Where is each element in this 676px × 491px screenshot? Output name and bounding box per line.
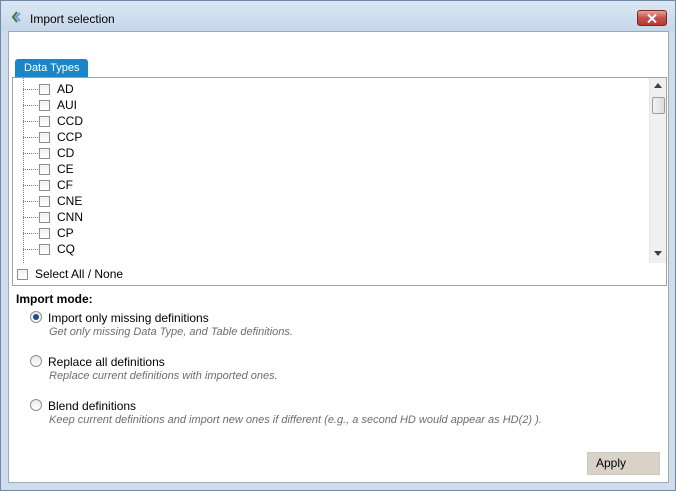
window-title: Import selection [30, 12, 115, 26]
apply-button[interactable]: Apply [587, 452, 660, 475]
data-type-label: AUI [57, 98, 78, 112]
tree-connector [23, 137, 38, 138]
tree-connector [23, 105, 38, 106]
replace-all-radio[interactable] [30, 355, 42, 367]
tree-connector [23, 153, 38, 154]
data-type-checkbox[interactable] [39, 116, 50, 127]
replace-all-label: Replace all definitions [48, 355, 165, 369]
scrollbar-thumb[interactable] [652, 97, 665, 114]
data-types-panel: AD AUI CCD CCP CD CE CF CNE CNN CP CQ Select All /… [12, 77, 667, 286]
data-type-checkbox[interactable] [39, 148, 50, 159]
data-type-label: CNN [57, 210, 83, 224]
close-icon [647, 14, 657, 23]
import-missing-radio[interactable] [30, 311, 42, 323]
data-type-checkbox[interactable] [39, 196, 50, 207]
blend-radio[interactable] [30, 399, 42, 411]
data-type-checkbox[interactable] [39, 132, 50, 143]
data-type-checkbox[interactable] [39, 180, 50, 191]
data-type-label: CCP [57, 130, 83, 144]
data-type-checkbox[interactable] [39, 244, 50, 255]
title-bar: Import selection [1, 1, 675, 31]
data-type-label: CP [57, 226, 74, 240]
select-all-checkbox[interactable] [17, 269, 28, 280]
data-type-label: CCD [57, 114, 83, 128]
data-type-label: AD [57, 82, 74, 96]
data-type-checkbox[interactable] [39, 100, 50, 111]
data-type-label: CD [57, 146, 75, 160]
scroll-up-icon[interactable] [654, 83, 662, 88]
tree-connector [23, 169, 38, 170]
import-missing-description: Get only missing Data Type, and Table de… [49, 326, 293, 338]
import-missing-label: Import only missing definitions [48, 311, 209, 325]
close-button[interactable] [637, 10, 667, 26]
data-type-label: CF [57, 178, 73, 192]
blend-description: Keep current definitions and import new … [49, 414, 542, 426]
data-type-checkbox[interactable] [39, 164, 50, 175]
vertical-scrollbar[interactable] [649, 78, 666, 263]
data-type-checkbox[interactable] [39, 84, 50, 95]
data-types-list[interactable]: AD AUI CCD CCP CD CE CF CNE CNN CP CQ [13, 78, 649, 263]
dialog-client-area: Data Types AD AUI CCD CCP CD CE CF CNE CNN CP CQ S… [8, 31, 669, 483]
blend-label: Blend definitions [48, 399, 137, 413]
data-type-checkbox[interactable] [39, 212, 50, 223]
tree-connector [23, 217, 38, 218]
import-mode-title: Import mode: [16, 292, 93, 306]
import-selection-window: Import selection Data Types AD AUI CCD CCP C… [0, 0, 676, 491]
data-type-label: CE [57, 162, 74, 176]
tree-connector [23, 233, 38, 234]
tree-connector [23, 249, 38, 250]
data-type-label: CQ [57, 242, 75, 256]
data-type-checkbox[interactable] [39, 228, 50, 239]
tree-connector [23, 89, 38, 90]
select-all-label: Select All / None [35, 267, 124, 281]
scroll-down-icon[interactable] [654, 251, 662, 256]
tree-connector [23, 121, 38, 122]
data-type-label: CNE [57, 194, 83, 208]
tree-connector [23, 201, 38, 202]
tree-connector [23, 185, 38, 186]
app-icon [11, 11, 21, 23]
replace-all-description: Replace current definitions with importe… [49, 370, 278, 382]
tab-data-types[interactable]: Data Types [15, 59, 89, 77]
